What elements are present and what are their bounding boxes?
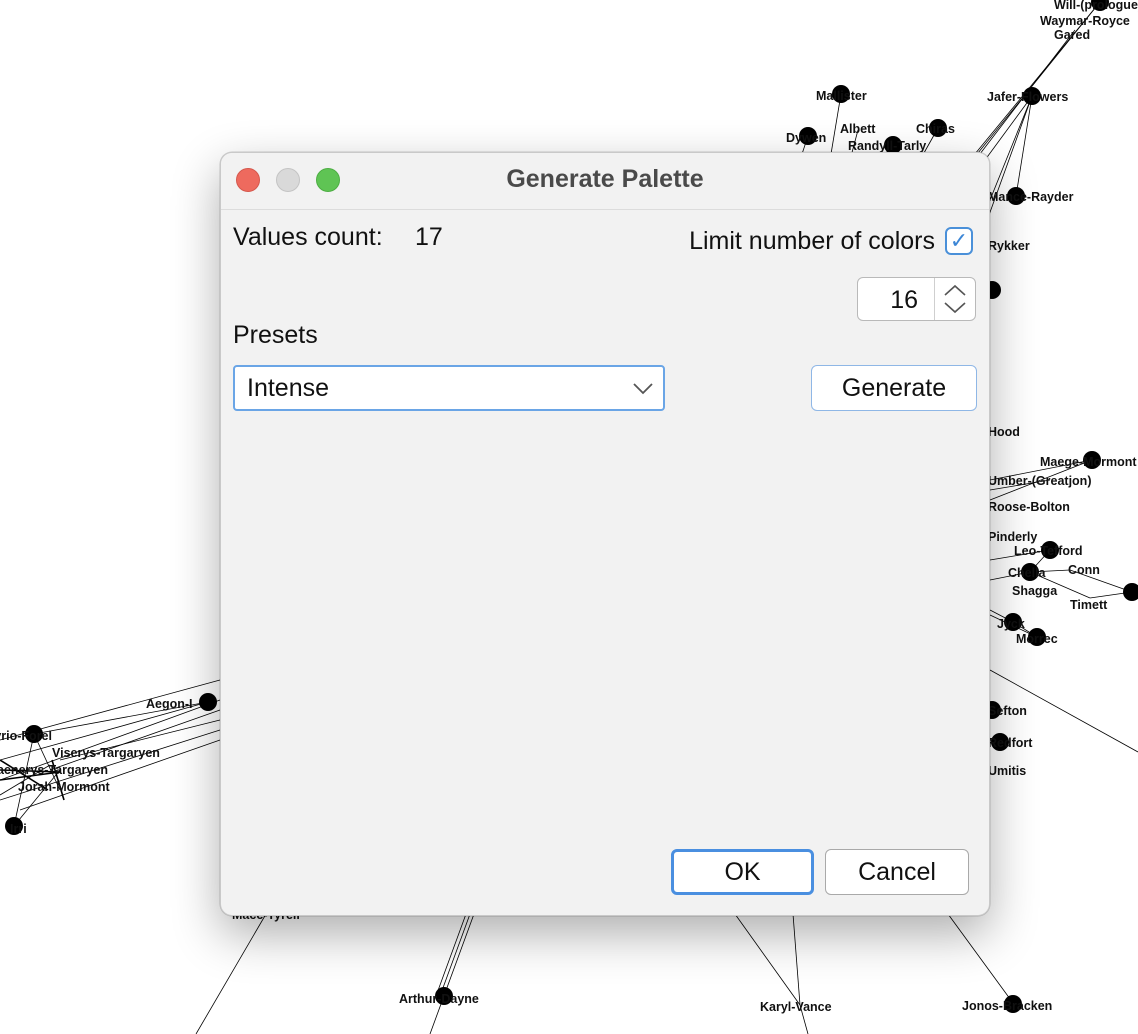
graph-node-label: Waymar-Royce	[1040, 14, 1130, 28]
values-count-label: Values count:	[233, 223, 383, 251]
graph-node-label: Chella	[1008, 566, 1047, 580]
graph-node-label: Dywen	[786, 131, 826, 145]
ok-button[interactable]: OK	[671, 849, 814, 895]
graph-node-label: Mance-Rayder	[988, 190, 1074, 204]
graph-node-label: Umitis	[988, 764, 1026, 778]
graph-node-label: Morrec	[1016, 632, 1058, 646]
values-count-value: 17	[415, 223, 443, 251]
graph-node-label: Umber-(Greatjon)	[988, 474, 1091, 488]
graph-node-label: Jyck	[997, 617, 1025, 631]
graph-node-label: Conn	[1068, 563, 1100, 577]
graph-node-label: Viserys-Targaryen	[52, 746, 160, 760]
graph-node-label: Shagga	[1012, 584, 1058, 598]
graph-node	[199, 693, 217, 711]
graph-node-label: Hood	[988, 425, 1020, 439]
checkmark-icon: ✓	[949, 228, 969, 253]
color-count-value[interactable]: 16	[858, 286, 918, 315]
graph-node-label: Rykker	[988, 239, 1030, 253]
graph-node-label: Aegon-I	[146, 697, 193, 711]
chevron-down-icon	[633, 383, 653, 395]
graph-node-label: Karyl-Vance	[760, 1000, 832, 1014]
graph-node-label: Leo-Tefford	[1014, 544, 1083, 558]
graph-node-label: Gared	[1054, 28, 1090, 42]
graph-node-label: Sefton	[988, 704, 1027, 718]
stepper-arrows-icon[interactable]	[935, 278, 975, 320]
titlebar: Generate Palette	[221, 153, 989, 210]
graph-node-label: Randyll-Tarly	[848, 139, 926, 153]
presets-selected-value: Intense	[247, 374, 330, 402]
graph-node-label: Jonos-Bracken	[962, 999, 1052, 1013]
graph-node-label: Arthur-Dayne	[399, 992, 479, 1006]
graph-node-label: Roose-Bolton	[988, 500, 1070, 514]
generate-palette-dialog: Generate Palette Values count: 17 Limit …	[220, 152, 990, 916]
graph-node-label: Syrio-Forel	[0, 729, 52, 743]
graph-node-label: Maege-Mormont	[1040, 455, 1137, 469]
graph-node-label: Chiras	[916, 122, 955, 136]
graph-node-label: Jafer-Flowers	[987, 90, 1068, 104]
graph-node-label: Daenerys-Targaryen	[0, 763, 108, 777]
color-count-stepper[interactable]: 16	[857, 277, 976, 321]
graph-node-label: Redfort	[988, 736, 1033, 750]
graph-node-label: Will-(prologue)	[1054, 0, 1138, 12]
graph-node-label: Pinderly	[988, 530, 1037, 544]
graph-node-label: Jorah-Mormont	[18, 780, 111, 794]
graph-node	[1123, 583, 1138, 601]
presets-label: Presets	[233, 321, 318, 349]
graph-node-label: Albett	[840, 122, 876, 136]
dialog-title: Generate Palette	[506, 165, 704, 193]
graph-node-label: Mallister	[816, 89, 867, 103]
cancel-button[interactable]: Cancel	[825, 849, 969, 895]
limit-colors-label: Limit number of colors	[689, 227, 935, 255]
limit-colors-checkbox[interactable]: ✓	[945, 227, 973, 255]
graph-node-label: Irri	[10, 822, 27, 836]
generate-button[interactable]: Generate	[811, 365, 977, 411]
graph-node-label: Timett	[1070, 598, 1108, 612]
presets-dropdown[interactable]: Intense	[233, 365, 665, 411]
